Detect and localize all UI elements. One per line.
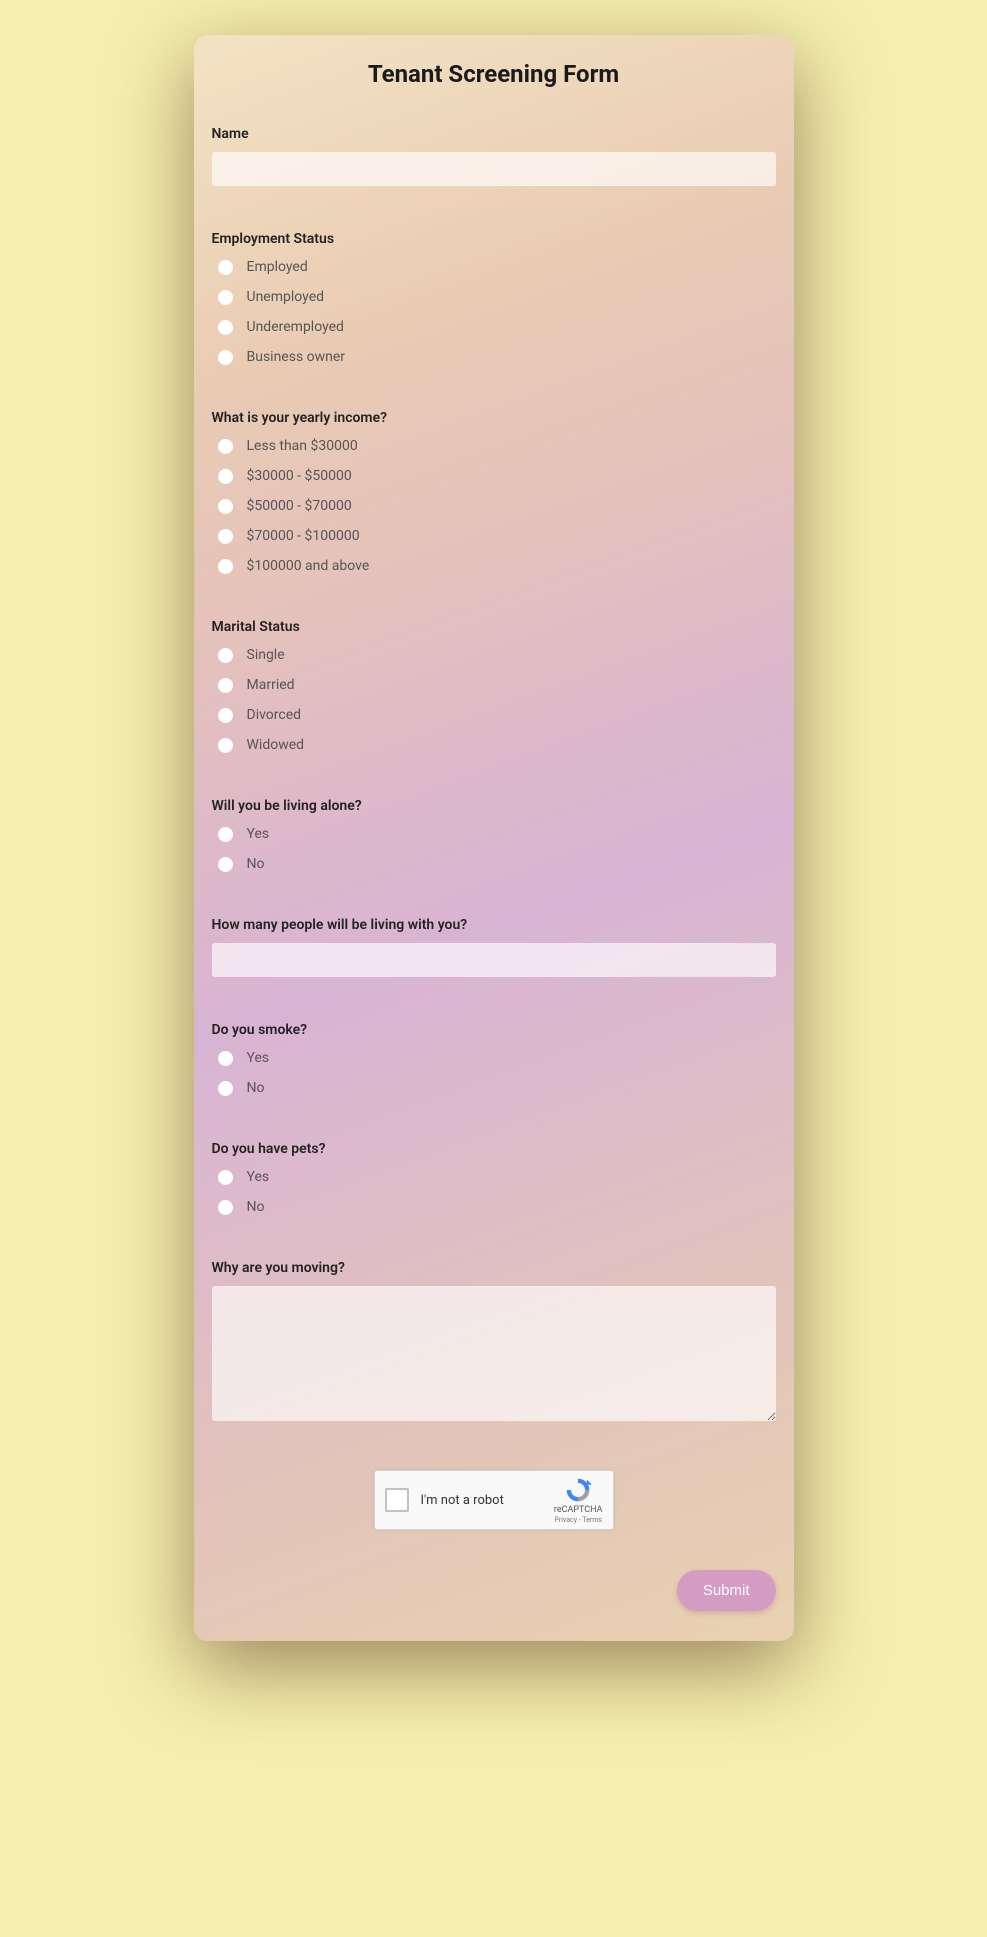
radio-item[interactable]: No: [212, 1080, 776, 1096]
field-marital: Marital Status Single Married Divorced W…: [212, 619, 776, 753]
radio-label: $100000 and above: [247, 558, 370, 574]
radio-label: $30000 - $50000: [247, 468, 352, 484]
radio-label: Employed: [247, 259, 308, 275]
employment-label: Employment Status: [212, 231, 776, 247]
income-label: What is your yearly income?: [212, 410, 776, 426]
field-moving: Why are you moving?: [212, 1260, 776, 1425]
radio-label: Divorced: [247, 707, 302, 723]
radio-icon[interactable]: [218, 1051, 233, 1066]
radio-item[interactable]: Divorced: [212, 707, 776, 723]
radio-label: No: [247, 856, 265, 872]
radio-icon[interactable]: [218, 648, 233, 663]
radio-icon[interactable]: [218, 260, 233, 275]
radio-item[interactable]: $70000 - $100000: [212, 528, 776, 544]
radio-icon[interactable]: [218, 678, 233, 693]
radio-icon[interactable]: [218, 708, 233, 723]
radio-item[interactable]: Yes: [212, 826, 776, 842]
radio-icon[interactable]: [218, 469, 233, 484]
pets-label: Do you have pets?: [212, 1141, 776, 1157]
radio-item[interactable]: No: [212, 856, 776, 872]
radio-label: $70000 - $100000: [247, 528, 360, 544]
pets-options: Yes No: [212, 1169, 776, 1215]
radio-icon[interactable]: [218, 1200, 233, 1215]
radio-item[interactable]: Less than $30000: [212, 438, 776, 454]
radio-label: Single: [247, 647, 285, 663]
submit-row: Submit: [212, 1570, 776, 1611]
radio-icon[interactable]: [218, 738, 233, 753]
employment-options: Employed Unemployed Underemployed Busine…: [212, 259, 776, 365]
radio-item[interactable]: Single: [212, 647, 776, 663]
income-options: Less than $30000 $30000 - $50000 $50000 …: [212, 438, 776, 574]
recaptcha-branding: reCAPTCHA Privacy - Terms: [554, 1476, 603, 1524]
radio-icon[interactable]: [218, 320, 233, 335]
recaptcha-brand: reCAPTCHA: [554, 1505, 603, 1516]
radio-label: Yes: [247, 1169, 270, 1185]
field-people: How many people will be living with you?: [212, 917, 776, 977]
radio-label: Business owner: [247, 349, 346, 365]
radio-icon[interactable]: [218, 290, 233, 305]
field-alone: Will you be living alone? Yes No: [212, 798, 776, 872]
recaptcha-logo-icon: [564, 1476, 592, 1504]
form-title: Tenant Screening Form: [212, 60, 776, 88]
radio-label: $50000 - $70000: [247, 498, 352, 514]
alone-label: Will you be living alone?: [212, 798, 776, 814]
radio-icon[interactable]: [218, 350, 233, 365]
field-income: What is your yearly income? Less than $3…: [212, 410, 776, 574]
recaptcha-checkbox[interactable]: [385, 1488, 409, 1512]
radio-icon[interactable]: [218, 499, 233, 514]
radio-item[interactable]: Business owner: [212, 349, 776, 365]
radio-item[interactable]: No: [212, 1199, 776, 1215]
radio-icon[interactable]: [218, 1081, 233, 1096]
moving-label: Why are you moving?: [212, 1260, 776, 1276]
radio-icon[interactable]: [218, 559, 233, 574]
recaptcha-links[interactable]: Privacy - Terms: [554, 1516, 603, 1524]
radio-item[interactable]: Underemployed: [212, 319, 776, 335]
name-label: Name: [212, 126, 776, 142]
radio-item[interactable]: $50000 - $70000: [212, 498, 776, 514]
recaptcha-box: I'm not a robot reCAPTCHA Privacy - Term…: [374, 1470, 614, 1530]
radio-icon[interactable]: [218, 439, 233, 454]
radio-label: Yes: [247, 826, 270, 842]
radio-label: Unemployed: [247, 289, 325, 305]
radio-icon[interactable]: [218, 827, 233, 842]
form-card: Tenant Screening Form Name Employment St…: [194, 35, 794, 1641]
people-label: How many people will be living with you?: [212, 917, 776, 933]
radio-item[interactable]: Yes: [212, 1169, 776, 1185]
name-input[interactable]: [212, 152, 776, 186]
alone-options: Yes No: [212, 826, 776, 872]
radio-label: Yes: [247, 1050, 270, 1066]
radio-label: Widowed: [247, 737, 305, 753]
radio-item[interactable]: Married: [212, 677, 776, 693]
radio-icon[interactable]: [218, 857, 233, 872]
radio-item[interactable]: Widowed: [212, 737, 776, 753]
marital-options: Single Married Divorced Widowed: [212, 647, 776, 753]
radio-item[interactable]: $100000 and above: [212, 558, 776, 574]
radio-item[interactable]: Employed: [212, 259, 776, 275]
recaptcha-text: I'm not a robot: [421, 1493, 542, 1508]
field-smoke: Do you smoke? Yes No: [212, 1022, 776, 1096]
radio-item[interactable]: Yes: [212, 1050, 776, 1066]
smoke-options: Yes No: [212, 1050, 776, 1096]
field-pets: Do you have pets? Yes No: [212, 1141, 776, 1215]
moving-textarea[interactable]: [212, 1286, 776, 1421]
marital-label: Marital Status: [212, 619, 776, 635]
people-input[interactable]: [212, 943, 776, 977]
field-employment: Employment Status Employed Unemployed Un…: [212, 231, 776, 365]
submit-button[interactable]: Submit: [677, 1570, 776, 1611]
radio-icon[interactable]: [218, 529, 233, 544]
radio-item[interactable]: $30000 - $50000: [212, 468, 776, 484]
radio-label: Underemployed: [247, 319, 344, 335]
radio-label: Less than $30000: [247, 438, 358, 454]
radio-icon[interactable]: [218, 1170, 233, 1185]
radio-label: Married: [247, 677, 295, 693]
field-name: Name: [212, 126, 776, 186]
recaptcha-container: I'm not a robot reCAPTCHA Privacy - Term…: [212, 1470, 776, 1530]
radio-label: No: [247, 1080, 265, 1096]
smoke-label: Do you smoke?: [212, 1022, 776, 1038]
radio-item[interactable]: Unemployed: [212, 289, 776, 305]
radio-label: No: [247, 1199, 265, 1215]
